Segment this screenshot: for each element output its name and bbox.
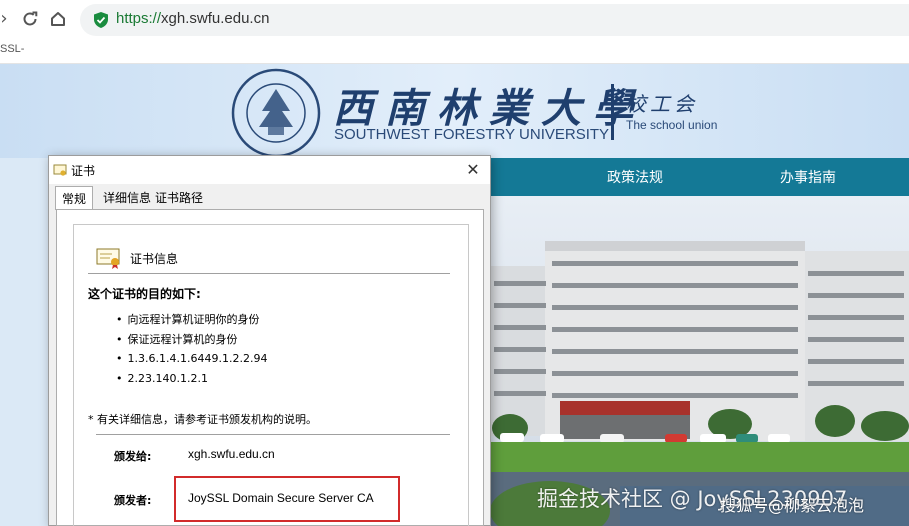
issued-to-value: xgh.swfu.edu.cn bbox=[188, 447, 275, 461]
dialog-title: 证书 bbox=[71, 164, 96, 178]
nav-item-guide[interactable]: 办事指南 bbox=[780, 167, 836, 187]
university-name-en: SOUTHWEST FORESTRY UNIVERSITY bbox=[334, 126, 610, 143]
banner-divider bbox=[611, 84, 614, 140]
certificate-dialog: 证书 ✕ 常规 详细信息 证书路径 证书信息 这个证书的目的如下: 向远程计算机… bbox=[48, 155, 491, 526]
close-icon: ✕ bbox=[466, 160, 480, 179]
home-icon[interactable] bbox=[48, 9, 68, 29]
tab-strip: SSL- bbox=[0, 38, 909, 64]
cert-info-icon bbox=[96, 248, 120, 269]
school-union-en: The school union bbox=[626, 118, 718, 132]
purpose-heading: 这个证书的目的如下: bbox=[88, 287, 201, 301]
issued-by-label: 颁发者: bbox=[114, 494, 152, 507]
purpose-item: 1.3.6.1.4.1.6449.1.2.2.94 bbox=[116, 349, 268, 369]
purpose-item: 向远程计算机证明你的身份 bbox=[116, 310, 267, 330]
tab-details[interactable]: 详细信息 bbox=[103, 189, 151, 206]
school-union-cn: 校工会 bbox=[626, 92, 698, 116]
campus-building-photo bbox=[490, 196, 909, 526]
close-button[interactable]: ✕ bbox=[462, 159, 484, 181]
secure-shield-icon[interactable] bbox=[92, 11, 110, 29]
university-seal-logo[interactable] bbox=[230, 67, 322, 159]
reload-icon[interactable] bbox=[20, 9, 40, 29]
purpose-item: 保证远程计算机的身份 bbox=[116, 330, 267, 350]
address-bar[interactable]: https://xgh.swfu.edu.cn bbox=[80, 4, 909, 36]
url-text[interactable]: https://xgh.swfu.edu.cn bbox=[116, 10, 269, 27]
cert-info-box: 证书信息 这个证书的目的如下: 向远程计算机证明你的身份 保证远程计算机的身份 … bbox=[73, 224, 469, 526]
certificate-icon bbox=[53, 164, 67, 176]
purpose-item: 2.23.140.1.2.1 bbox=[116, 369, 267, 389]
dialog-tabs: 常规 详细信息 证书路径 bbox=[49, 184, 490, 210]
tab-general[interactable]: 常规 bbox=[55, 186, 94, 210]
general-panel: 证书信息 这个证书的目的如下: 向远程计算机证明你的身份 保证远程计算机的身份 … bbox=[56, 209, 484, 526]
tab-cert-path[interactable]: 证书路径 bbox=[155, 189, 203, 206]
site-banner: 西南林業大學 SOUTHWEST FORESTRY UNIVERSITY 校工会… bbox=[0, 64, 909, 158]
browser-toolbar: › https://xgh.swfu.edu.cn bbox=[0, 0, 909, 38]
url-scheme: https:// bbox=[116, 10, 162, 27]
url-host: xgh.swfu.edu.cn bbox=[161, 10, 270, 27]
site-nav: 政策法规 办事指南 bbox=[490, 158, 909, 196]
dialog-titlebar[interactable]: 证书 ✕ bbox=[49, 156, 490, 184]
tab-title[interactable]: SSL- bbox=[0, 43, 24, 55]
forward-icon[interactable]: › bbox=[0, 9, 14, 29]
watermark-sohu: 搜狐号@柳絮云泡泡 bbox=[720, 496, 865, 515]
purpose-list: 向远程计算机证明你的身份 保证远程计算机的身份 1.3.6.1.4.1.6449… bbox=[116, 310, 268, 389]
nav-item-policy[interactable]: 政策法规 bbox=[607, 167, 663, 187]
issuer-statement-note: * 有关详细信息，请参考证书颁发机构的说明。 bbox=[88, 413, 317, 426]
issued-to-label: 颁发给: bbox=[114, 450, 152, 463]
cert-info-divider bbox=[88, 273, 450, 274]
issued-divider bbox=[96, 434, 450, 435]
cert-info-title: 证书信息 bbox=[130, 252, 179, 266]
issued-by-value: JoySSL Domain Secure Server CA bbox=[188, 491, 374, 505]
